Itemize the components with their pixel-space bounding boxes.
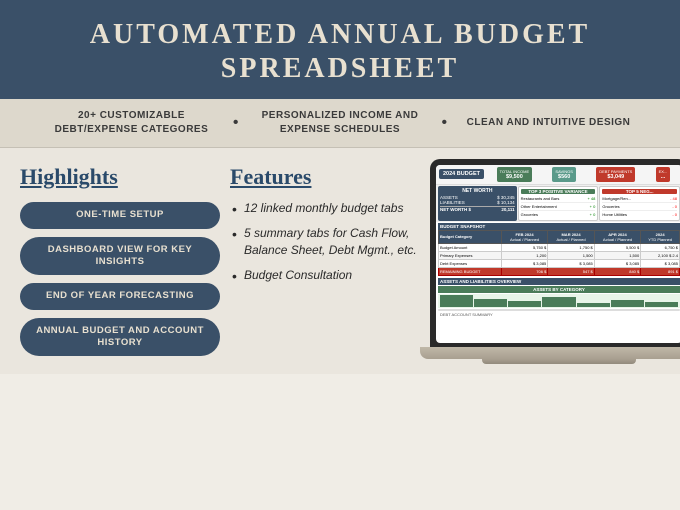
feature-item-3: CLEAN AND INTUITIVE DESIGN — [447, 116, 650, 130]
feature-item-1: 20+ CUSTOMIZABLE DEBT/EXPENSE CATEGORES — [30, 109, 233, 137]
laptop-screen: 2024 BUDGET TOTAL INCOME $9,500 SAVINGS … — [436, 165, 680, 343]
ss-total-income: TOTAL INCOME $9,500 — [497, 167, 532, 182]
feature-list-item-2: 5 summary tabs for Cash Flow, Balance Sh… — [230, 225, 420, 259]
laptop-panel: 2024 BUDGET TOTAL INCOME $9,500 SAVINGS … — [430, 158, 680, 364]
ss-top-positive: TOP 3 POSITIVE VARIANCE Restaurants and … — [518, 186, 599, 221]
ss-year-label: 2024 BUDGET — [439, 169, 484, 179]
feature-item-2: PERSONALIZED INCOME AND EXPENSE SCHEDULE… — [239, 109, 442, 137]
page-header: AUTOMATED ANNUAL BUDGET SPREADSHEET — [0, 0, 680, 99]
ss-budget-table: Budget Category FEB 2024Actual / Planned… — [438, 230, 680, 276]
spreadsheet-content: 2024 BUDGET TOTAL INCOME $9,500 SAVINGS … — [436, 165, 680, 343]
ss-budget-snapshot: BUDGET SNAPSHOT Budget Category FEB 2024… — [436, 222, 680, 277]
features-title: Features — [230, 164, 420, 190]
laptop-stand — [482, 359, 637, 364]
feature-strip: 20+ CUSTOMIZABLE DEBT/EXPENSE CATEGORES … — [0, 99, 680, 148]
laptop-base — [420, 347, 680, 359]
laptop-mockup: 2024 BUDGET TOTAL INCOME $9,500 SAVINGS … — [430, 159, 680, 364]
highlights-title: Highlights — [20, 164, 220, 190]
laptop-screen-outer: 2024 BUDGET TOTAL INCOME $9,500 SAVINGS … — [430, 159, 680, 347]
btn-end-of-year[interactable]: END OF YEAR FORECASTING — [20, 283, 220, 309]
ss-savings: SAVINGS $560 — [552, 167, 576, 182]
ss-extra: EX... ... — [656, 167, 671, 182]
highlights-panel: Highlights ONE-TIME SETUP DASHBOARD VIEW… — [20, 158, 220, 364]
main-content: Highlights ONE-TIME SETUP DASHBOARD VIEW… — [0, 148, 680, 374]
ss-net-worth: NET WORTH ASSETS $ 30,245 LIABILITIES $ … — [438, 186, 517, 221]
features-list: 12 linked monthly budget tabs 5 summary … — [230, 200, 420, 283]
ss-assets-liabilities: ASSETS AND LIABILITIES OVERVIEW ASSETS B… — [436, 277, 680, 318]
page-title: AUTOMATED ANNUAL BUDGET SPREADSHEET — [20, 18, 660, 85]
feature-list-item-1: 12 linked monthly budget tabs — [230, 200, 420, 217]
btn-one-time-setup[interactable]: ONE-TIME SETUP — [20, 202, 220, 228]
ss-debt-payments: DEBT PAYMENTS $3,049 — [596, 167, 635, 182]
btn-budget-history[interactable]: ANNUAL BUDGET AND ACCOUNT HISTORY — [20, 318, 220, 357]
btn-dashboard-view[interactable]: DASHBOARD VIEW FOR KEY INSIGHTS — [20, 237, 220, 276]
ss-top-negative: TOP 5 NEG... Mortgage/Ren...- 48 Groceri… — [599, 186, 680, 221]
feature-list-item-3: Budget Consultation — [230, 267, 420, 284]
features-panel: Features 12 linked monthly budget tabs 5… — [230, 158, 420, 364]
